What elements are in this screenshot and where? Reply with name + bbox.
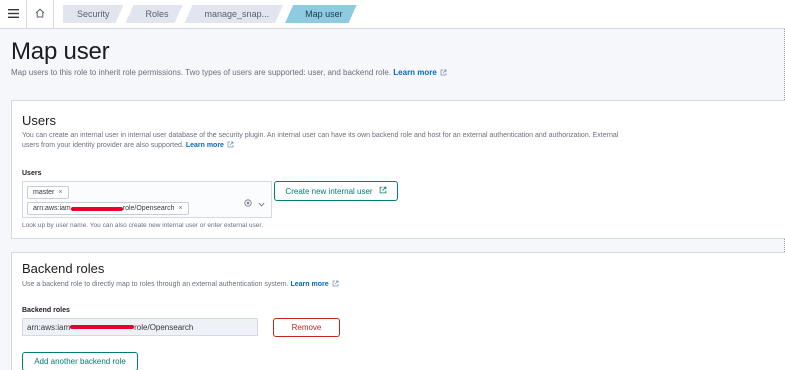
backend-roles-learn-more-label: Learn more: [290, 281, 329, 288]
breadcrumb-role-name[interactable]: manage_snap...: [185, 5, 284, 23]
remove-backend-role-button[interactable]: Remove: [273, 318, 340, 337]
breadcrumb-roles[interactable]: Roles: [126, 5, 183, 23]
users-combo-box[interactable]: master × arn:aws:iam role/Opensearch ×: [22, 181, 272, 218]
backend-role-value-suffix: role/Opensearch: [134, 322, 194, 332]
create-internal-user-button[interactable]: Create new internal user: [274, 181, 398, 201]
users-learn-more-link[interactable]: Learn more: [185, 141, 234, 152]
external-link-icon: [227, 141, 234, 152]
user-chip-master: master ×: [27, 186, 69, 199]
backend-roles-section-description: Use a backend role to directly map to ro…: [22, 280, 339, 291]
external-link-icon: [332, 280, 339, 291]
create-internal-user-label: Create new internal user: [285, 186, 373, 196]
chevron-down-icon[interactable]: [258, 194, 265, 212]
user-chip-arn-suffix: role/Opensearch: [122, 205, 175, 212]
learn-more-label: Learn more: [393, 68, 437, 77]
backend-roles-panel: Backend roles Use a backend role to dire…: [11, 252, 785, 370]
external-link-icon: [440, 69, 447, 78]
backend-role-input[interactable]: arn:aws:iam role/Opensearch: [22, 318, 258, 336]
home-icon: [35, 5, 45, 23]
backend-roles-field-label: Backend roles: [22, 307, 70, 314]
backend-role-value-prefix: arn:aws:iam: [27, 322, 71, 332]
user-chip-label: master: [33, 189, 55, 196]
page-description: Map users to this role to inherit role p…: [11, 68, 447, 78]
breadcrumb-map-user: Map user: [285, 5, 357, 23]
menu-button[interactable]: [0, 0, 26, 29]
combo-controls: [244, 194, 265, 212]
remove-chip-icon[interactable]: ×: [58, 189, 62, 196]
backend-roles-description-text: Use a backend role to directly map to ro…: [22, 281, 289, 288]
users-section-description: You can create an internal user in inter…: [22, 131, 722, 152]
breadcrumb-security[interactable]: Security: [63, 5, 124, 23]
breadcrumb: Security Roles manage_snap... Map user: [63, 5, 359, 23]
redaction-mark: [70, 206, 123, 211]
user-chip-arn-prefix: arn:aws:iam: [33, 205, 71, 212]
home-button[interactable]: [26, 0, 54, 29]
page-description-text: Map users to this role to inherit role p…: [11, 68, 392, 77]
hamburger-icon: [7, 5, 19, 23]
backend-roles-section-title: Backend roles: [22, 261, 105, 276]
users-help-text: Look up by user name. You can also creat…: [22, 222, 264, 229]
users-field-label: Users: [22, 170, 42, 177]
users-description-line-2: users from your identity provider are al…: [22, 141, 722, 152]
users-panel: Users You can create an internal user in…: [11, 100, 785, 239]
page-title: Map user: [11, 38, 110, 65]
backend-roles-learn-more-link[interactable]: Learn more: [290, 280, 339, 291]
users-description-line-1: You can create an internal user in inter…: [22, 132, 619, 139]
external-link-icon: [379, 186, 387, 196]
top-nav-bar: Security Roles manage_snap... Map user: [0, 0, 785, 29]
users-section-title: Users: [22, 113, 56, 128]
add-backend-role-button[interactable]: Add another backend role: [22, 352, 138, 370]
users-learn-more-label: Learn more: [185, 142, 224, 149]
learn-more-link[interactable]: Learn more: [393, 68, 447, 77]
user-chip-arn: arn:aws:iam role/Opensearch ×: [27, 202, 189, 215]
remove-chip-icon[interactable]: ×: [179, 205, 183, 212]
redaction-mark: [70, 325, 135, 329]
clear-icon[interactable]: [244, 194, 252, 212]
users-description-text: users from your identity provider are al…: [22, 142, 184, 149]
